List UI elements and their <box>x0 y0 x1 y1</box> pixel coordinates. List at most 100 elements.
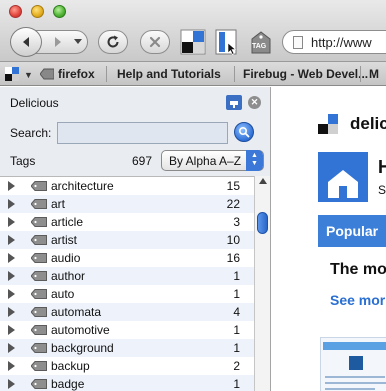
tag-row[interactable]: backup 2 <box>0 357 254 375</box>
forward-arrow-icon <box>55 37 61 47</box>
tag-count: 22 <box>226 197 240 211</box>
minimize-window-button[interactable] <box>31 5 44 18</box>
reload-button[interactable] <box>98 30 128 54</box>
house-icon <box>328 170 358 198</box>
tag-count: 16 <box>226 251 240 265</box>
tag-icon <box>31 181 47 191</box>
tag-row[interactable]: author 1 <box>0 267 254 285</box>
scroll-up-icon[interactable] <box>259 178 267 184</box>
tag-count: 10 <box>226 233 240 247</box>
expand-triangle-icon[interactable] <box>8 325 15 335</box>
sort-select-value: By Alpha A–Z <box>169 154 242 168</box>
tag-count: 1 <box>233 323 240 337</box>
tag-row[interactable]: architecture 15 <box>0 177 254 195</box>
tag-name: badge <box>51 377 85 391</box>
back-arrow-icon <box>23 37 29 47</box>
bookmark-firefox[interactable]: firefox <box>58 67 95 81</box>
delicious-logo-icon[interactable] <box>5 67 19 81</box>
stop-button[interactable] <box>140 30 170 54</box>
tag-row[interactable]: auto 1 <box>0 285 254 303</box>
tag-name: art <box>51 197 66 211</box>
forward-button[interactable] <box>48 32 68 52</box>
pin-sidebar-button[interactable] <box>226 95 242 110</box>
tag-icon <box>31 361 47 371</box>
thumbnail-text-line <box>325 388 375 390</box>
url-bar[interactable]: http://www <box>282 30 386 54</box>
expand-triangle-icon[interactable] <box>8 199 15 209</box>
expand-triangle-icon[interactable] <box>8 289 15 299</box>
tag-count: 1 <box>233 269 240 283</box>
tag-name: architecture <box>51 179 114 193</box>
expand-triangle-icon[interactable] <box>8 217 15 227</box>
bookmarks-toolbar: ▼ firefox Help and Tutorials Firebug - W… <box>0 62 386 86</box>
close-window-button[interactable] <box>9 5 22 18</box>
expand-triangle-icon[interactable] <box>8 253 15 263</box>
tag-row[interactable]: background 1 <box>0 339 254 357</box>
tag-icon <box>31 325 47 335</box>
chevron-down-icon[interactable]: ▼ <box>24 70 33 80</box>
tag-count: 1 <box>233 377 240 391</box>
tag-name: backup <box>51 359 90 373</box>
delicious-bookmarks-icon[interactable] <box>180 29 206 55</box>
expand-triangle-icon[interactable] <box>8 307 15 317</box>
select-arrows-icon: ▲ ▼ <box>246 150 263 171</box>
tag-row[interactable]: article 3 <box>0 213 254 231</box>
expand-triangle-icon[interactable] <box>8 181 15 191</box>
expand-triangle-icon[interactable] <box>8 343 15 353</box>
back-button[interactable] <box>10 27 42 57</box>
tag-row[interactable]: badge 1 <box>0 375 254 391</box>
close-sidebar-button[interactable]: ✕ <box>248 96 261 109</box>
thumbnail-header <box>323 342 386 350</box>
tag-row[interactable]: audio 16 <box>0 249 254 267</box>
tag-button[interactable]: TAG <box>248 29 274 55</box>
see-more-link[interactable]: See mor <box>330 292 385 308</box>
expand-triangle-icon[interactable] <box>8 361 15 371</box>
thumbnail-text-line <box>325 382 386 384</box>
hero-title: H <box>378 157 386 177</box>
tags-label: Tags <box>10 154 36 168</box>
zoom-window-button[interactable] <box>53 5 66 18</box>
delicious-logo-icon <box>318 114 338 134</box>
scroll-thumb[interactable] <box>257 212 268 234</box>
tag-name: artist <box>51 233 78 247</box>
divider <box>234 66 235 82</box>
pin-icon <box>230 100 238 108</box>
tag-row[interactable]: artist 10 <box>0 231 254 249</box>
search-button[interactable] <box>234 122 254 142</box>
search-input[interactable] <box>57 122 228 144</box>
tag-icon <box>40 68 54 80</box>
url-text: http://www <box>311 34 372 50</box>
stop-icon <box>149 36 161 48</box>
sort-select[interactable]: By Alpha A–Z ▲ ▼ <box>161 150 264 171</box>
tag-name: background <box>51 341 114 355</box>
tag-name: automotive <box>51 323 110 337</box>
sidebar-header: Delicious ✕ <box>0 87 271 115</box>
tag-row[interactable]: art 22 <box>0 195 254 213</box>
expand-triangle-icon[interactable] <box>8 379 15 389</box>
tag-row[interactable]: automotive 1 <box>0 321 254 339</box>
site-brand[interactable]: delici <box>350 114 386 134</box>
popular-tab[interactable]: Popular <box>318 215 386 247</box>
tag-icon <box>31 271 47 281</box>
tag-name: auto <box>51 287 75 301</box>
expand-triangle-icon[interactable] <box>8 235 15 245</box>
tag-label: TAG <box>252 43 267 50</box>
tags-count: 697 <box>131 154 152 168</box>
tag-list-scrollbar[interactable] <box>254 176 270 391</box>
history-dropdown-button[interactable] <box>70 32 86 52</box>
expand-triangle-icon[interactable] <box>8 271 15 281</box>
bookmark-firebug[interactable]: Firebug - Web Devel... <box>243 67 368 81</box>
tag-icon <box>31 379 47 389</box>
delicious-sidebar-icon[interactable] <box>214 29 240 55</box>
divider <box>106 66 107 82</box>
page-icon <box>293 36 303 49</box>
tag-icon <box>31 235 47 245</box>
tag-icon <box>251 31 271 54</box>
hero-image <box>318 152 368 202</box>
bookmark-more[interactable]: M <box>369 67 379 81</box>
tag-count: 3 <box>233 215 240 229</box>
tag-icon <box>31 217 47 227</box>
tag-row[interactable]: automata 4 <box>0 303 254 321</box>
bookmark-help-and-tutorials[interactable]: Help and Tutorials <box>117 67 221 81</box>
screenshot-thumbnail[interactable] <box>320 337 386 391</box>
